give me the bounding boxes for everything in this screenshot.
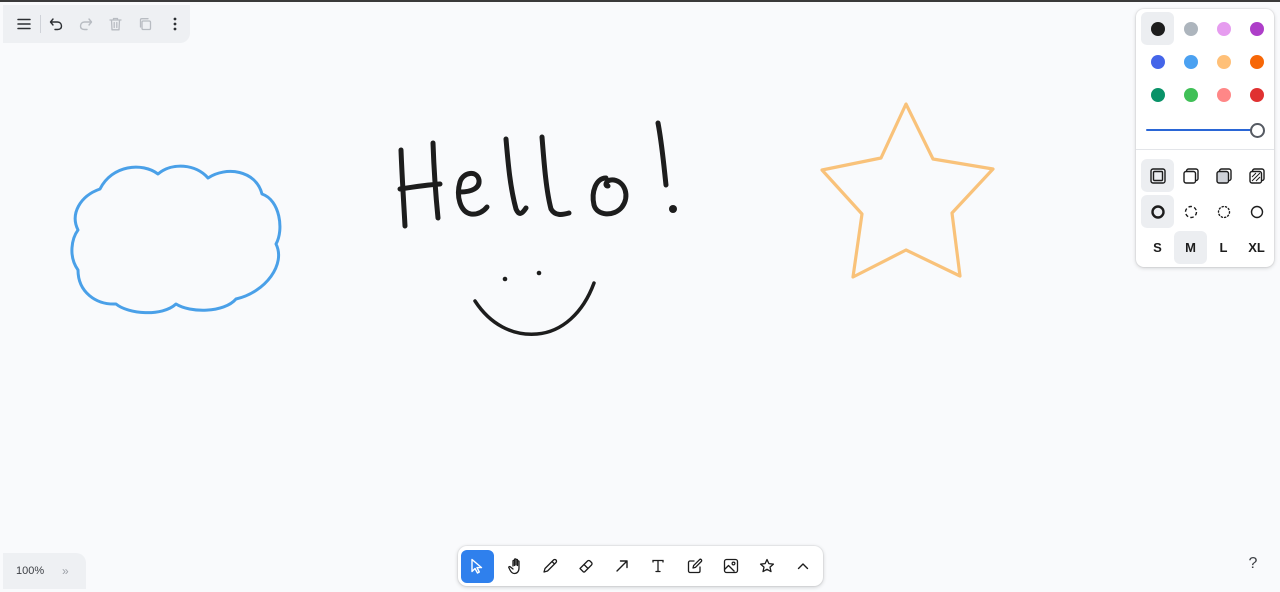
zoom-bar: 100% » (3, 553, 86, 589)
pencil-icon (542, 558, 558, 574)
opacity-slider-track (1146, 129, 1256, 131)
fill-solid-icon (1215, 167, 1232, 184)
color-swatch-violet[interactable] (1240, 12, 1273, 45)
star-tool-button[interactable] (751, 550, 784, 583)
color-swatch-red[interactable] (1240, 78, 1273, 111)
color-swatch-green[interactable] (1141, 78, 1174, 111)
dash-draw-icon (1150, 204, 1166, 220)
chevron-up-icon (797, 562, 809, 570)
hand-tool-button[interactable] (497, 550, 530, 583)
exclamation-dot[interactable] (669, 205, 677, 213)
color-dot (1249, 87, 1264, 102)
trash-icon (109, 17, 122, 31)
main-menu-bar (3, 5, 190, 43)
delete-button[interactable] (101, 9, 131, 39)
color-dot (1249, 54, 1264, 69)
asset-tool-button[interactable] (714, 550, 747, 583)
size-m-option[interactable]: M (1174, 231, 1207, 264)
undo-icon (49, 17, 63, 31)
fill-pattern-icon (1248, 167, 1265, 184)
dash-dashed-option[interactable] (1174, 195, 1207, 228)
more-tools-button[interactable] (787, 550, 820, 583)
fill-pattern-option[interactable] (1240, 159, 1273, 192)
redo-icon (79, 17, 93, 31)
color-swatch-light-green[interactable] (1174, 78, 1207, 111)
undo-button[interactable] (42, 9, 72, 39)
size-s-option[interactable]: S (1141, 231, 1174, 264)
fill-none-icon (1149, 167, 1166, 184)
menu-button[interactable] (9, 9, 39, 39)
fill-none-option[interactable] (1141, 159, 1174, 192)
help-button[interactable]: ? (1243, 555, 1263, 575)
dash-solid-icon (1249, 204, 1265, 220)
color-dot (1150, 54, 1165, 69)
draw-tool-button[interactable] (533, 550, 566, 583)
note-icon (687, 558, 703, 574)
color-swatch-light-red[interactable] (1207, 78, 1240, 111)
hand-icon (505, 557, 523, 575)
eraser-tool-button[interactable] (570, 550, 603, 583)
fill-options (1141, 159, 1273, 192)
color-dot (1249, 21, 1264, 36)
menu-icon (17, 18, 31, 30)
size-xl-option[interactable]: XL (1240, 231, 1273, 264)
cloud-shape[interactable] (70, 164, 282, 315)
more-icon (173, 17, 177, 31)
drawing-canvas[interactable] (0, 2, 1280, 592)
color-swatch-black[interactable] (1141, 12, 1174, 45)
size-options: S M L XL (1141, 231, 1273, 264)
redo-button[interactable] (71, 9, 101, 39)
opacity-slider[interactable] (1146, 121, 1266, 139)
color-dot (1183, 54, 1198, 69)
duplicate-icon (138, 17, 152, 31)
text-icon (651, 559, 665, 573)
color-dot (1216, 54, 1231, 69)
fill-solid-option[interactable] (1207, 159, 1240, 192)
color-dot (1150, 21, 1165, 36)
fill-semi-icon (1182, 167, 1199, 184)
size-l-option[interactable]: L (1207, 231, 1240, 264)
dash-dashed-icon (1183, 204, 1199, 220)
color-dot (1216, 21, 1231, 36)
dash-dotted-icon (1216, 204, 1232, 220)
arrow-icon (615, 559, 629, 573)
dash-options (1141, 195, 1273, 228)
eraser-icon (578, 558, 594, 574)
color-dot (1183, 21, 1198, 36)
color-dot (1150, 87, 1165, 102)
star-icon (759, 558, 775, 574)
more-actions-button[interactable] (160, 9, 190, 39)
expand-minimap-button[interactable]: » (62, 564, 69, 578)
opacity-slider-thumb[interactable] (1250, 123, 1265, 138)
panel-divider (1136, 149, 1274, 150)
hello-handwriting[interactable] (397, 120, 669, 229)
tool-toolbar (458, 546, 823, 586)
color-swatch-blue[interactable] (1141, 45, 1174, 78)
color-swatch-light-blue[interactable] (1174, 45, 1207, 78)
zoom-level-button[interactable]: 100% (16, 565, 54, 577)
star-shape[interactable] (820, 102, 995, 279)
style-panel: S M L XL (1136, 9, 1274, 267)
cursor-icon (470, 558, 484, 574)
color-swatch-grey[interactable] (1174, 12, 1207, 45)
color-dot (1216, 87, 1231, 102)
dash-draw-option[interactable] (1141, 195, 1174, 228)
color-swatch-yellow[interactable] (1207, 45, 1240, 78)
fill-semi-option[interactable] (1174, 159, 1207, 192)
color-dot (1183, 87, 1198, 102)
note-tool-button[interactable] (678, 550, 711, 583)
dash-dotted-option[interactable] (1207, 195, 1240, 228)
color-swatch-orange[interactable] (1240, 45, 1273, 78)
color-grid (1141, 12, 1273, 111)
smiley-face[interactable] (473, 270, 596, 336)
duplicate-button[interactable] (131, 9, 161, 39)
color-swatch-light-violet[interactable] (1207, 12, 1240, 45)
arrow-tool-button[interactable] (606, 550, 639, 583)
select-tool-button[interactable] (461, 549, 494, 583)
dash-solid-option[interactable] (1240, 195, 1273, 228)
image-icon (723, 558, 739, 574)
text-tool-button[interactable] (642, 550, 675, 583)
menu-divider (39, 15, 41, 33)
